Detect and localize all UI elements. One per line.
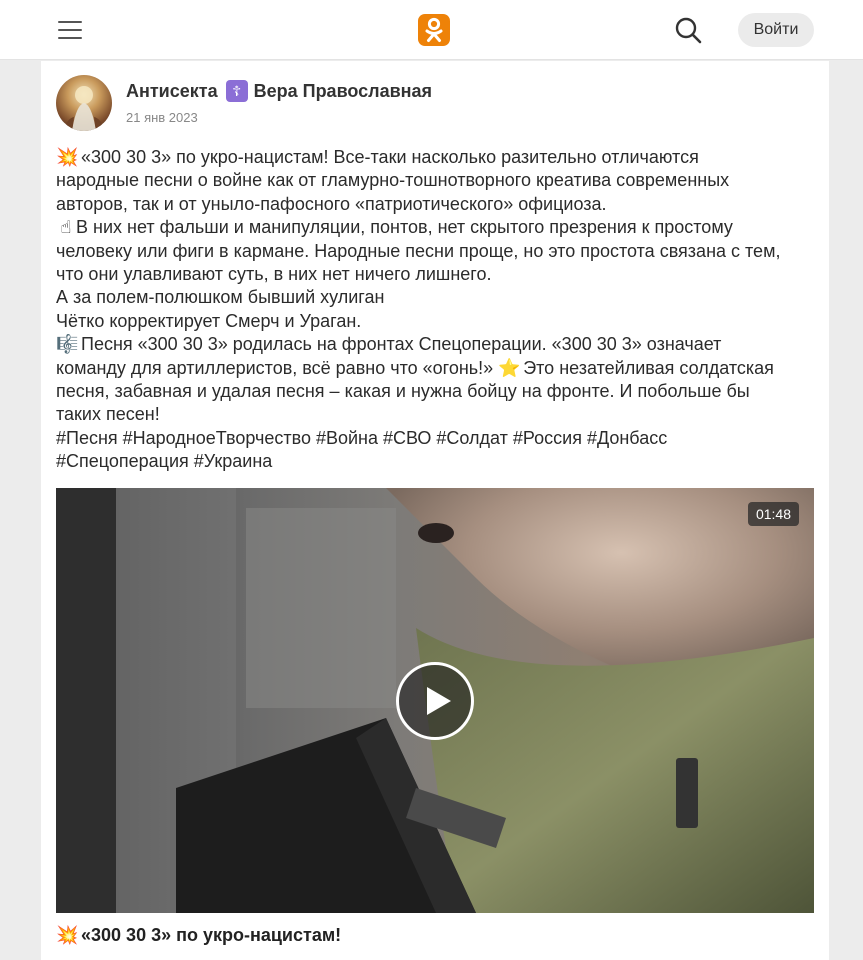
collision-emoji-icon: 💥 — [56, 147, 79, 167]
collision-emoji-icon: 💥 — [56, 925, 79, 945]
post-line: Песня «300 30 3» родилась на фронтах Спе… — [81, 334, 722, 355]
author-name-part2[interactable]: Вера Православная — [254, 81, 432, 102]
post-line: Это незатейливая солдатская — [523, 357, 774, 378]
post-line: авторов, так и от уныло-пафосного «патри… — [56, 193, 607, 214]
top-bar: Войти — [0, 0, 863, 60]
author-name-part1[interactable]: Антисекта — [126, 81, 218, 102]
music-emoji-icon: 🎼 — [56, 334, 79, 355]
search-icon[interactable] — [674, 16, 702, 44]
post-text: 💥 «300 30 3» по укро-нацистам! Все-таки … — [56, 146, 816, 474]
video-title[interactable]: 💥 «300 30 3» по укро-нацистам! — [56, 925, 341, 946]
play-icon[interactable] — [396, 662, 474, 740]
post-line: таких песен! — [56, 404, 160, 425]
post-line: народные песни о войне как от гламурно-т… — [56, 170, 730, 191]
post-card: Антисекта ☦ Вера Православная 21 янв 202… — [41, 61, 829, 960]
star-emoji-icon: ⭐ — [498, 357, 521, 378]
orthodox-cross-icon: ☦ — [225, 80, 248, 102]
post-line: Чётко корректирует Смерч и Ураган. — [56, 310, 362, 331]
post-line: песня, забавная и удалая песня – какая и… — [56, 381, 750, 402]
avatar[interactable] — [56, 75, 112, 131]
hashtags-line[interactable]: #Спецоперация #Украина — [56, 450, 816, 473]
post-line: В них нет фальши и манипуляции, понтов, … — [76, 217, 733, 238]
login-button[interactable]: Войти — [738, 13, 814, 47]
author-name[interactable]: Антисекта ☦ Вера Православная — [126, 80, 432, 102]
post-line: команду для артиллеристов, всё равно что… — [56, 357, 494, 378]
post-line: человеку или фиги в кармане. Народные пе… — [56, 240, 781, 261]
video-title-text[interactable]: «300 30 3» по укро-нацистам! — [81, 925, 341, 945]
post-line: «300 30 3» по укро-нацистам! Все-таки на… — [81, 147, 699, 167]
post-date[interactable]: 21 янв 2023 — [126, 110, 198, 125]
hamburger-menu-icon[interactable] — [58, 18, 84, 42]
point-up-emoji-icon: ☝ — [60, 217, 72, 238]
post-line: что они улавливают суть, в них нет ничег… — [56, 264, 492, 285]
post-line: А за полем-полюшком бывший хулиган — [56, 287, 385, 308]
hashtags-line[interactable]: #Песня #НародноеТворчество #Война #СВО #… — [56, 427, 816, 450]
video-duration: 01:48 — [747, 502, 799, 526]
odnoklassniki-logo-icon[interactable] — [418, 14, 450, 46]
video-player[interactable]: 01:48 — [56, 488, 814, 913]
